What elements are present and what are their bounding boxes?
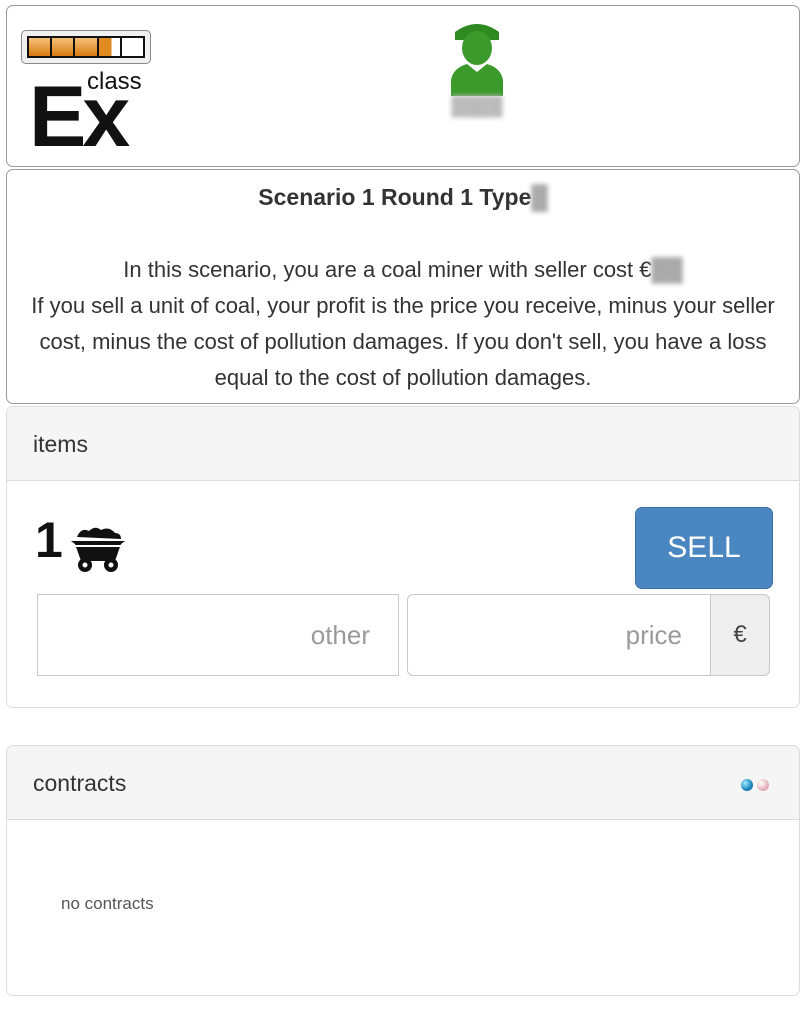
no-contracts-text: no contracts — [61, 894, 154, 913]
currency-addon: € — [710, 594, 770, 676]
scenario-line1: In this scenario, you are a coal miner w… — [123, 257, 652, 282]
pink-status-dot-icon — [757, 779, 769, 791]
other-input[interactable]: other — [37, 594, 399, 676]
blue-status-dot-icon — [741, 779, 753, 791]
header-panel: class Ex ████ — [6, 5, 800, 167]
items-heading-title: items — [33, 431, 88, 457]
logo-ex-text: Ex — [29, 69, 130, 165]
contracts-panel: contracts no contracts — [6, 745, 800, 996]
scenario-type-value: █ — [531, 184, 548, 210]
user-icon — [451, 24, 503, 96]
scenario-line2: If you sell a unit of coal, your profit … — [31, 293, 775, 390]
scenario-title-text: Scenario 1 Round 1 Type — [258, 184, 532, 210]
contracts-heading-title: contracts — [33, 770, 127, 796]
contracts-heading: contracts — [7, 746, 799, 820]
coal-cart-icon — [71, 527, 125, 572]
scenario-description: In this scenario, you are a coal miner w… — [21, 252, 785, 396]
item-quantity: 1 — [35, 512, 63, 568]
items-panel: items 1 SELL other price € — [6, 406, 800, 708]
price-input[interactable]: price — [407, 594, 711, 676]
scenario-panel: Scenario 1 Round 1 Type█ In this scenari… — [6, 169, 800, 404]
status-dots — [741, 779, 769, 791]
username: ████ — [451, 96, 503, 116]
classex-logo: class Ex — [21, 30, 155, 160]
seller-cost-value: ██ — [651, 257, 683, 282]
sell-button[interactable]: SELL — [635, 507, 773, 589]
items-heading: items — [7, 407, 799, 481]
progress-meter — [21, 30, 151, 64]
scenario-title: Scenario 1 Round 1 Type█ — [7, 184, 799, 211]
